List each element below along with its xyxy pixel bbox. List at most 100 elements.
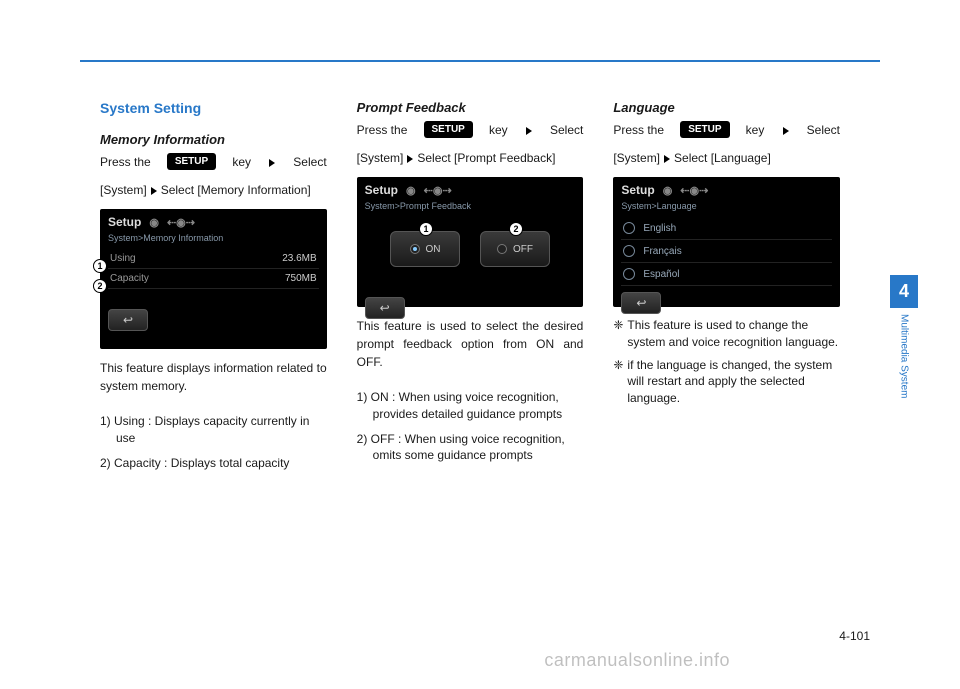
col-memory: System Setting Memory Information Press … <box>100 100 327 479</box>
disc-icon: ◉ <box>149 216 159 229</box>
prompt-screenshot: Setup ◉ ⇠◉⇢ System>Prompt Feedback 1 ON … <box>357 177 584 307</box>
triangle-icon <box>664 155 670 163</box>
memory-crumb-line: [System] Select [Memory Information] <box>100 181 327 199</box>
page-content: System Setting Memory Information Press … <box>100 100 840 479</box>
radio-icon <box>623 268 635 280</box>
screen-topbar: Setup ◉ ⇠◉⇢ <box>365 183 576 197</box>
screen-title: Setup <box>365 183 398 197</box>
memory-row-using: Using 23.6MB <box>108 249 319 269</box>
radio-on-icon <box>410 244 420 254</box>
text: [System] <box>613 149 660 167</box>
triangle-icon <box>407 155 413 163</box>
chapter-number: 4 <box>890 275 918 308</box>
language-crumb-line: [System] Select [Language] <box>613 149 840 167</box>
prompt-off-button[interactable]: 2 OFF <box>480 231 550 267</box>
section-heading: System Setting <box>100 100 327 116</box>
col-prompt: Prompt Feedback Press the SETUP key Sele… <box>357 100 584 479</box>
label: Using <box>110 253 136 264</box>
lang-row-francais[interactable]: Français <box>621 240 832 263</box>
controls-icon: ⇠◉⇢ <box>424 184 452 197</box>
setup-key-badge: SETUP <box>167 153 216 170</box>
col-language: Language Press the SETUP key Select [Sys… <box>613 100 840 479</box>
memory-press-line: Press the SETUP key Select <box>100 153 327 171</box>
bullet-icon: ❈ <box>613 318 623 332</box>
disc-icon: ◉ <box>663 184 673 197</box>
back-button[interactable]: ↩ <box>365 297 405 319</box>
triangle-icon <box>269 159 275 167</box>
radio-icon <box>623 245 635 257</box>
prompt-item-1: 1) ON : When using voice recognition, pr… <box>357 389 584 423</box>
chapter-tab: 4 Multimedia System <box>890 275 918 398</box>
language-press-line: Press the SETUP key Select <box>613 121 840 139</box>
prompt-press-line: Press the SETUP key Select <box>357 121 584 139</box>
text: Select <box>807 121 840 139</box>
screen-breadcrumb: System>Language <box>621 201 832 211</box>
label: ON <box>426 244 441 255</box>
text: key <box>232 153 251 171</box>
prompt-buttons: 1 ON 2 OFF <box>365 217 576 277</box>
text: Select <box>550 121 583 139</box>
label: Español <box>643 269 679 280</box>
language-screenshot: Setup ◉ ⇠◉⇢ System>Language English Fran… <box>613 177 840 307</box>
screen-topbar: Setup ◉ ⇠◉⇢ <box>108 215 319 229</box>
triangle-icon <box>526 127 532 135</box>
screen-breadcrumb: System>Memory Information <box>108 233 319 243</box>
prompt-item-2: 2) OFF : When using voice recognition, o… <box>357 431 584 465</box>
page-number: 4-101 <box>839 629 870 643</box>
prompt-crumb-line: [System] Select [Prompt Feedback] <box>357 149 584 167</box>
text: key <box>746 121 765 139</box>
prompt-desc: This feature is used to select the desir… <box>357 317 584 371</box>
text: This feature is used to change the syste… <box>627 318 838 349</box>
text: Select [Memory Information] <box>161 181 311 199</box>
back-button[interactable]: ↩ <box>108 309 148 331</box>
triangle-icon <box>151 187 157 195</box>
value: 750MB <box>285 273 317 284</box>
controls-icon: ⇠◉⇢ <box>680 184 708 197</box>
watermark: carmanualsonline.info <box>544 650 730 671</box>
text: Press the <box>613 121 664 139</box>
disc-icon: ◉ <box>406 184 416 197</box>
label: Français <box>643 246 681 257</box>
text: [System] <box>357 149 404 167</box>
memory-row-capacity: Capacity 750MB <box>108 269 319 289</box>
annotation-2: 2 <box>509 222 523 236</box>
prompt-title: Prompt Feedback <box>357 100 584 115</box>
memory-item-1: 1) Using : Displays capacity currently i… <box>100 413 327 447</box>
language-bullet-1: ❈ This feature is used to change the syst… <box>613 317 840 351</box>
setup-key-badge: SETUP <box>680 121 729 138</box>
text: Press the <box>100 153 151 171</box>
annotation-1: 1 <box>93 259 107 273</box>
lang-row-english[interactable]: English <box>621 217 832 240</box>
screen-topbar: Setup ◉ ⇠◉⇢ <box>621 183 832 197</box>
triangle-icon <box>783 127 789 135</box>
value: 23.6MB <box>282 253 316 264</box>
memory-desc: This feature displays information relate… <box>100 359 327 395</box>
setup-key-badge: SETUP <box>424 121 473 138</box>
screen-title: Setup <box>108 215 141 229</box>
text: [System] <box>100 181 147 199</box>
memory-title: Memory Information <box>100 132 327 147</box>
text: Press the <box>357 121 408 139</box>
annotation-1: 1 <box>419 222 433 236</box>
back-button[interactable]: ↩ <box>621 292 661 314</box>
text: Select [Language] <box>674 149 771 167</box>
label: English <box>643 223 676 234</box>
text: key <box>489 121 508 139</box>
prompt-on-button[interactable]: 1 ON <box>390 231 460 267</box>
label: OFF <box>513 244 533 255</box>
screen-breadcrumb: System>Prompt Feedback <box>365 201 576 211</box>
text: Select <box>293 153 326 171</box>
language-title: Language <box>613 100 840 115</box>
memory-screenshot: Setup ◉ ⇠◉⇢ System>Memory Information Us… <box>100 209 327 349</box>
language-bullet-2: ❈if the language is changed, the system … <box>613 357 840 407</box>
label: Capacity <box>110 273 149 284</box>
top-rule <box>80 60 880 62</box>
memory-item-2: 2) Capacity : Displays total capacity <box>100 455 327 472</box>
text: if the language is changed, the system w… <box>627 358 832 406</box>
lang-row-espanol[interactable]: Español <box>621 263 832 286</box>
controls-icon: ⇠◉⇢ <box>167 216 195 229</box>
screen-title: Setup <box>621 183 654 197</box>
chapter-label: Multimedia System <box>899 314 910 398</box>
annotation-2: 2 <box>93 279 107 293</box>
radio-icon <box>623 222 635 234</box>
